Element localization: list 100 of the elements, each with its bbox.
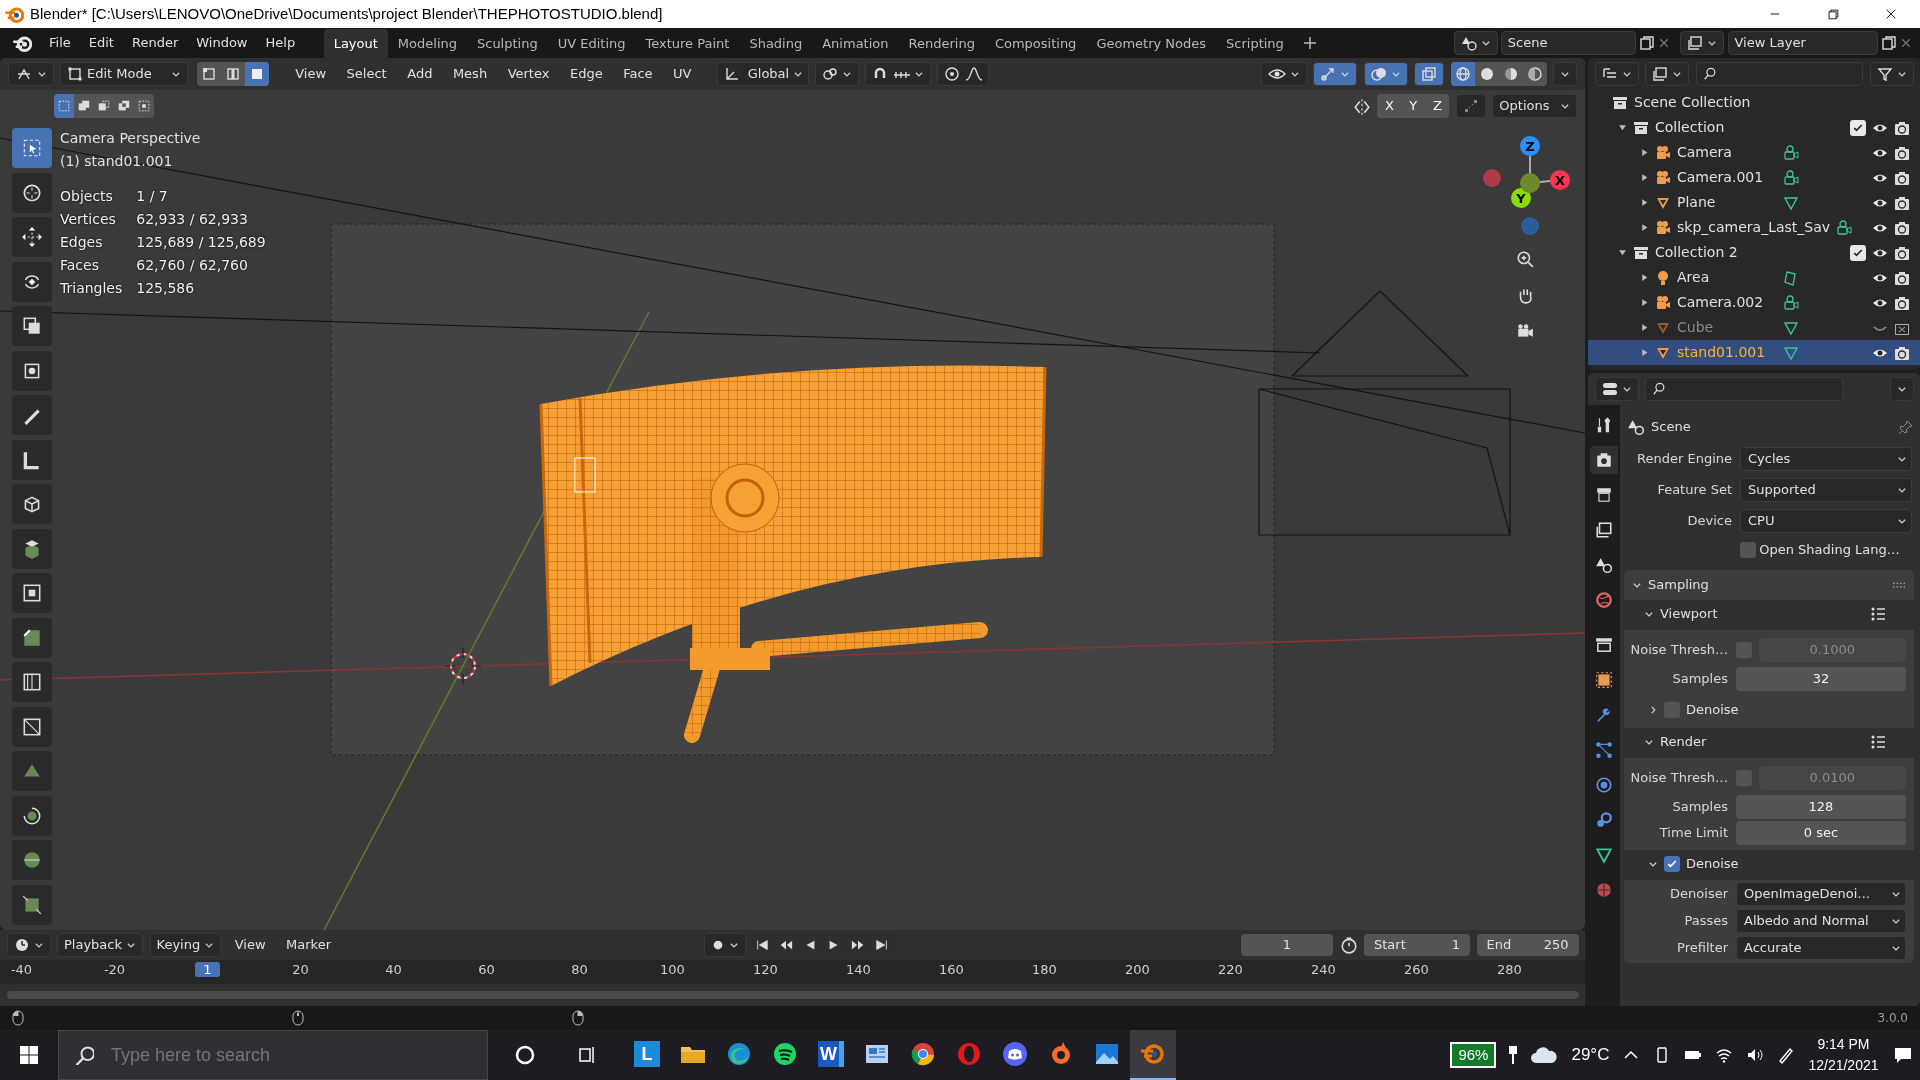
- frame-number: 100: [660, 962, 685, 977]
- value-dropdown[interactable]: Cycles: [1740, 446, 1912, 471]
- subpanel-header[interactable]: Denoise: [1624, 696, 1914, 726]
- value-dropdown[interactable]: CPU: [1740, 508, 1912, 533]
- outliner-item[interactable]: Scene Collection: [1634, 92, 1751, 113]
- axis-label: Z: [1525, 139, 1535, 154]
- header-menu[interactable]: UV: [666, 62, 699, 86]
- options-dropdown[interactable]: Options: [1492, 94, 1577, 118]
- workspace-tab[interactable]: Layout: [323, 28, 388, 58]
- name-field[interactable]: View Layer: [1727, 31, 1878, 55]
- panel-header[interactable]: Sampling: [1624, 570, 1914, 600]
- outliner-row[interactable]: Camera.002: [1588, 290, 1920, 315]
- current-frame-marker[interactable]: 1: [195, 962, 220, 977]
- menu-item[interactable]: Window: [187, 30, 257, 56]
- search-field[interactable]: Type here to search: [58, 1030, 488, 1080]
- value-dropdown[interactable]: Accurate: [1736, 935, 1906, 960]
- value-dropdown[interactable]: Albedo and Normal: [1736, 908, 1906, 933]
- field-label: Prefilter: [1676, 938, 1728, 957]
- field-label: Render Engine: [1636, 449, 1732, 468]
- header-menu[interactable]: Add: [400, 62, 440, 86]
- outliner-item[interactable]: stand01.001: [1677, 342, 1777, 363]
- subpanel-header[interactable]: Denoise: [1624, 850, 1914, 880]
- outliner-row[interactable]: Collection: [1588, 115, 1920, 140]
- clock-date[interactable]: 12/21/2021: [1808, 1055, 1879, 1076]
- workspace-tab[interactable]: UV Editing: [547, 28, 636, 58]
- outliner-item[interactable]: Cube: [1677, 317, 1777, 338]
- end-frame-field[interactable]: End 250: [1476, 934, 1579, 956]
- timeline-menu[interactable]: Playback: [57, 933, 143, 957]
- window-title: Blender* [C:\Users\LENOVO\OneDrive\Documents\project Blender\THEPHOTOSTUDIO.blend]: [30, 3, 664, 24]
- outliner-row[interactable]: Area: [1588, 265, 1920, 290]
- workspace-tab[interactable]: Modeling: [387, 28, 467, 58]
- number-field[interactable]: 32: [1736, 667, 1906, 691]
- menu-item[interactable]: Edit: [79, 30, 123, 56]
- axis-toggle-button[interactable]: X: [1377, 94, 1402, 118]
- outliner-row[interactable]: Camera: [1588, 140, 1920, 165]
- header-menu[interactable]: Select: [339, 62, 394, 86]
- header-menu[interactable]: Face: [616, 62, 660, 86]
- stat-label: Faces: [60, 256, 100, 275]
- menu-item[interactable]: Help: [256, 30, 305, 56]
- axis-toggle-button[interactable]: Z: [1425, 94, 1450, 118]
- temperature-label: 29°C: [1571, 1044, 1610, 1067]
- outliner-item[interactable]: skp_camera_Last_Sav: [1677, 217, 1831, 238]
- outliner-item[interactable]: Camera.001: [1677, 167, 1777, 188]
- header-menu[interactable]: Edge: [562, 62, 610, 86]
- number-field[interactable]: 128: [1736, 795, 1906, 819]
- outliner-row[interactable]: Camera.001: [1588, 165, 1920, 190]
- frame-number: 20: [292, 962, 309, 977]
- outliner-item[interactable]: Plane: [1677, 192, 1777, 213]
- workspace-tab[interactable]: Animation: [812, 28, 899, 58]
- subpanel-header[interactable]: Viewport: [1624, 600, 1914, 630]
- header-menu[interactable]: Mesh: [445, 62, 495, 86]
- workspace-tab[interactable]: Geometry Nodes: [1086, 28, 1217, 58]
- outliner-row[interactable]: stand01.001: [1588, 340, 1920, 365]
- workspace-tab[interactable]: Shading: [739, 28, 813, 58]
- outliner-row[interactable]: Collection 2: [1588, 240, 1920, 265]
- value-dropdown[interactable]: OpenImageDenoi…: [1736, 881, 1906, 906]
- outliner-item[interactable]: Collection: [1655, 117, 1844, 138]
- menu-item[interactable]: File: [40, 30, 80, 56]
- outliner-item[interactable]: Area: [1677, 267, 1777, 288]
- axis-toggle-button[interactable]: Y: [1401, 94, 1426, 118]
- header-menu[interactable]: Vertex: [500, 62, 557, 86]
- workspace-tab[interactable]: Sculpting: [467, 28, 548, 58]
- menu-item[interactable]: Render: [122, 30, 188, 56]
- field-label: Passes: [1683, 911, 1728, 930]
- field-label: Samples: [1671, 798, 1728, 817]
- outliner-row[interactable]: Cube: [1588, 315, 1920, 340]
- frame-number: 280: [1497, 962, 1522, 977]
- taskbar-app-button[interactable]: L: [624, 1030, 670, 1080]
- timeline-menu[interactable]: Keying: [149, 933, 222, 957]
- context-title: Scene: [1651, 418, 1692, 437]
- workspace-tab[interactable]: Rendering: [898, 28, 985, 58]
- outliner-row[interactable]: Plane: [1588, 190, 1920, 215]
- version-label: 3.0.0: [1877, 1010, 1908, 1027]
- workspace-tab[interactable]: Compositing: [984, 28, 1087, 58]
- subpanel-header[interactable]: Render: [1624, 728, 1914, 758]
- outliner-item[interactable]: Camera.002: [1677, 292, 1777, 313]
- axis-label: X: [1555, 173, 1565, 188]
- timeline-menu[interactable]: View: [227, 933, 273, 957]
- field-label: Device: [1686, 511, 1732, 530]
- workspace-tab[interactable]: Scripting: [1216, 28, 1294, 58]
- outliner-item[interactable]: Collection 2: [1655, 242, 1844, 263]
- value-dropdown[interactable]: Supported: [1740, 477, 1912, 502]
- frame-number: 220: [1218, 962, 1243, 977]
- clock-time[interactable]: 9:14 PM: [1817, 1034, 1870, 1055]
- taskbar-app-button[interactable]: W: [808, 1030, 854, 1080]
- mode-dropdown[interactable]: Edit Mode: [60, 62, 188, 86]
- outliner-item[interactable]: Camera: [1677, 142, 1777, 163]
- stat-value: 62,760 / 62,760: [136, 256, 249, 275]
- workspace-tab[interactable]: Texture Paint: [635, 28, 740, 58]
- header-menu[interactable]: View: [288, 62, 334, 86]
- tile-app-tile: L: [634, 1041, 660, 1067]
- timeline-menu[interactable]: Marker: [279, 933, 338, 957]
- name-field[interactable]: Scene: [1500, 31, 1636, 55]
- frame-number: 140: [846, 962, 871, 977]
- orientation-dropdown[interactable]: Global: [717, 62, 810, 86]
- current-frame-field[interactable]: 1: [1241, 934, 1333, 956]
- start-frame-field[interactable]: Start 1: [1364, 934, 1470, 956]
- checkbox-label[interactable]: Open Shading Lang…: [1759, 540, 1900, 560]
- number-field[interactable]: 0 sec: [1736, 821, 1906, 845]
- outliner-row[interactable]: skp_camera_Last_Sav: [1588, 215, 1920, 240]
